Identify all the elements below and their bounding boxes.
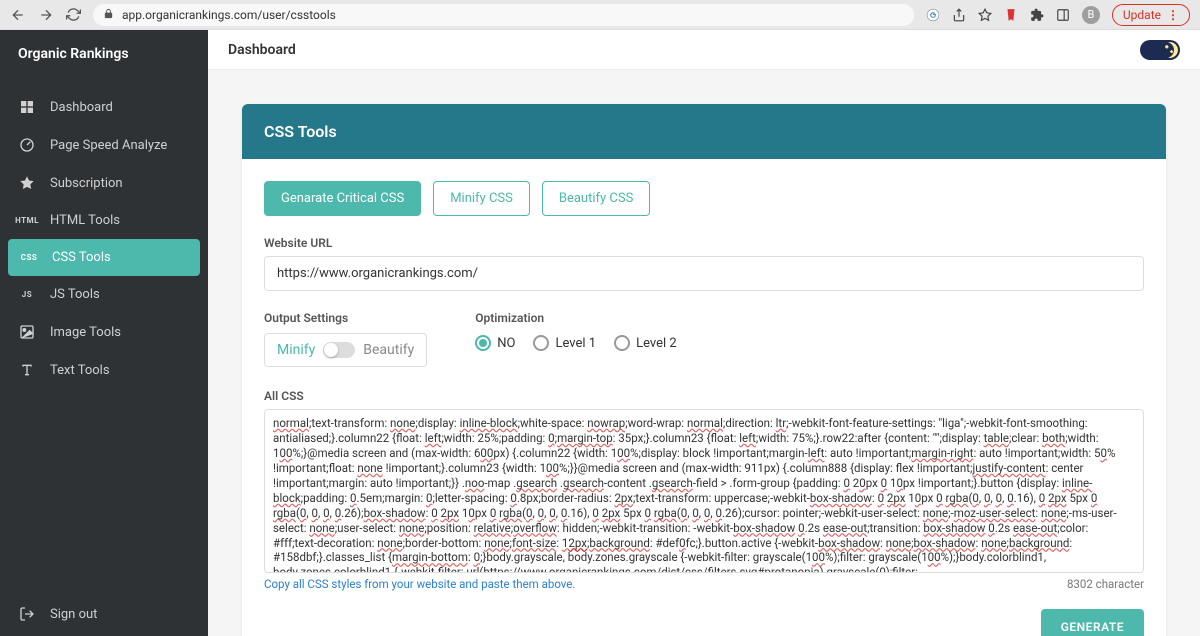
sidebar-item-css[interactable]: CSS CSS Tools — [8, 239, 200, 276]
html-icon: HTML — [18, 216, 36, 225]
url-text: app.organicrankings.com/user/csstools — [122, 8, 336, 22]
brand: Organic Rankings — [0, 30, 208, 78]
page-title: Dashboard — [228, 42, 296, 58]
sidebar-item-label: CSS Tools — [52, 250, 111, 265]
all-css-section: All CSS normal;text-transform: none;disp… — [264, 389, 1144, 591]
sidebar-item-subscription[interactable]: Subscription — [0, 164, 208, 202]
radio-level1[interactable]: Level 1 — [533, 335, 596, 351]
radio-icon — [533, 335, 549, 351]
profile-avatar[interactable]: B — [1082, 6, 1100, 24]
tab-beautify[interactable]: Beautify CSS — [542, 181, 650, 216]
url-label: Website URL — [264, 236, 1144, 250]
radio-icon — [475, 335, 491, 351]
css-icon: CSS — [20, 253, 38, 262]
tool-tabs: Genarate Critical CSS Minify CSS Beautif… — [264, 181, 1144, 216]
beautify-option[interactable]: Beautify — [363, 342, 414, 358]
radio-no[interactable]: NO — [475, 335, 515, 351]
output-label: Output Settings — [264, 311, 427, 325]
output-settings: Output Settings Minify Beautify — [264, 311, 427, 367]
dashboard-icon — [18, 99, 36, 115]
generate-button[interactable]: GENERATE — [1041, 609, 1144, 636]
speed-icon — [18, 137, 36, 153]
extensions-icon[interactable] — [1030, 8, 1044, 22]
optimization-settings: Optimization NO Level 1 Level 2 — [475, 311, 676, 351]
radio-label: Level 1 — [555, 336, 596, 351]
output-toggle: Minify Beautify — [264, 333, 427, 367]
browser-toolbar: app.organicrankings.com/user/csstools B … — [0, 0, 1200, 30]
sidebar-item-label: JS Tools — [50, 287, 100, 302]
extension-warning-icon[interactable] — [1004, 8, 1018, 22]
browser-right-icons: B Update ⋮ — [926, 4, 1190, 26]
allcss-label: All CSS — [264, 389, 1144, 403]
radio-label: Level 2 — [636, 336, 677, 351]
sidebar-item-image[interactable]: Image Tools — [0, 313, 208, 351]
address-bar[interactable]: app.organicrankings.com/user/csstools — [93, 4, 914, 26]
allcss-hint: Copy all CSS styles from your website an… — [264, 577, 575, 591]
radio-icon — [614, 335, 630, 351]
signout-button[interactable]: Sign out — [18, 606, 190, 622]
lock-icon — [103, 8, 114, 22]
sidebar-item-js[interactable]: JS JS Tools — [0, 276, 208, 313]
sidebar-item-dashboard[interactable]: Dashboard — [0, 88, 208, 126]
share-icon[interactable] — [952, 8, 966, 22]
tab-minify[interactable]: Minify CSS — [433, 181, 530, 216]
url-field: Website URL — [264, 236, 1144, 291]
star-icon — [18, 175, 36, 191]
content: CSS Tools Genarate Critical CSS Minify C… — [208, 70, 1200, 636]
panel-icon[interactable] — [1056, 8, 1070, 22]
main-header: Dashboard — [208, 30, 1200, 70]
back-button[interactable] — [10, 7, 26, 23]
signout-label: Sign out — [50, 607, 97, 622]
menu-dots-icon: ⋮ — [1167, 9, 1179, 21]
card-title: CSS Tools — [242, 104, 1166, 159]
sidebar-item-label: Dashboard — [50, 100, 113, 115]
signout-icon — [18, 606, 36, 622]
sidebar-menu: Dashboard Page Speed Analyze Subscriptio… — [0, 78, 208, 592]
main: Dashboard CSS Tools Genarate Critical CS… — [208, 30, 1200, 636]
text-icon — [18, 362, 36, 378]
sidebar-item-text[interactable]: Text Tools — [0, 351, 208, 389]
char-count: 8302 character — [1067, 577, 1144, 591]
update-label: Update — [1123, 8, 1161, 22]
minify-option[interactable]: Minify — [277, 342, 315, 358]
radio-level2[interactable]: Level 2 — [614, 335, 677, 351]
forward-button[interactable] — [38, 7, 54, 23]
sidebar: Organic Rankings Dashboard Page Speed An… — [0, 30, 208, 636]
reload-button[interactable] — [66, 7, 81, 22]
optimization-label: Optimization — [475, 311, 676, 325]
sidebar-item-label: HTML Tools — [50, 213, 120, 228]
dark-mode-toggle[interactable] — [1140, 40, 1180, 60]
sidebar-item-label: Page Speed Analyze — [50, 138, 167, 153]
image-icon — [18, 324, 36, 340]
allcss-textarea[interactable]: normal;text-transform: none;display: inl… — [264, 409, 1144, 573]
sidebar-item-label: Subscription — [50, 176, 123, 191]
sidebar-item-label: Text Tools — [50, 363, 110, 378]
url-input[interactable] — [264, 256, 1144, 291]
update-button[interactable]: Update ⋮ — [1112, 4, 1190, 26]
bookmark-icon[interactable] — [978, 8, 992, 22]
js-icon: JS — [18, 290, 36, 299]
sidebar-item-label: Image Tools — [50, 325, 121, 340]
radio-label: NO — [497, 336, 515, 351]
tab-generate-critical[interactable]: Genarate Critical CSS — [264, 181, 421, 216]
sidebar-item-pagespeed[interactable]: Page Speed Analyze — [0, 126, 208, 164]
google-icon[interactable] — [926, 8, 940, 22]
sidebar-item-html[interactable]: HTML HTML Tools — [0, 202, 208, 239]
css-tools-card: CSS Tools Genarate Critical CSS Minify C… — [242, 104, 1166, 636]
minify-beautify-switch[interactable] — [323, 342, 355, 358]
